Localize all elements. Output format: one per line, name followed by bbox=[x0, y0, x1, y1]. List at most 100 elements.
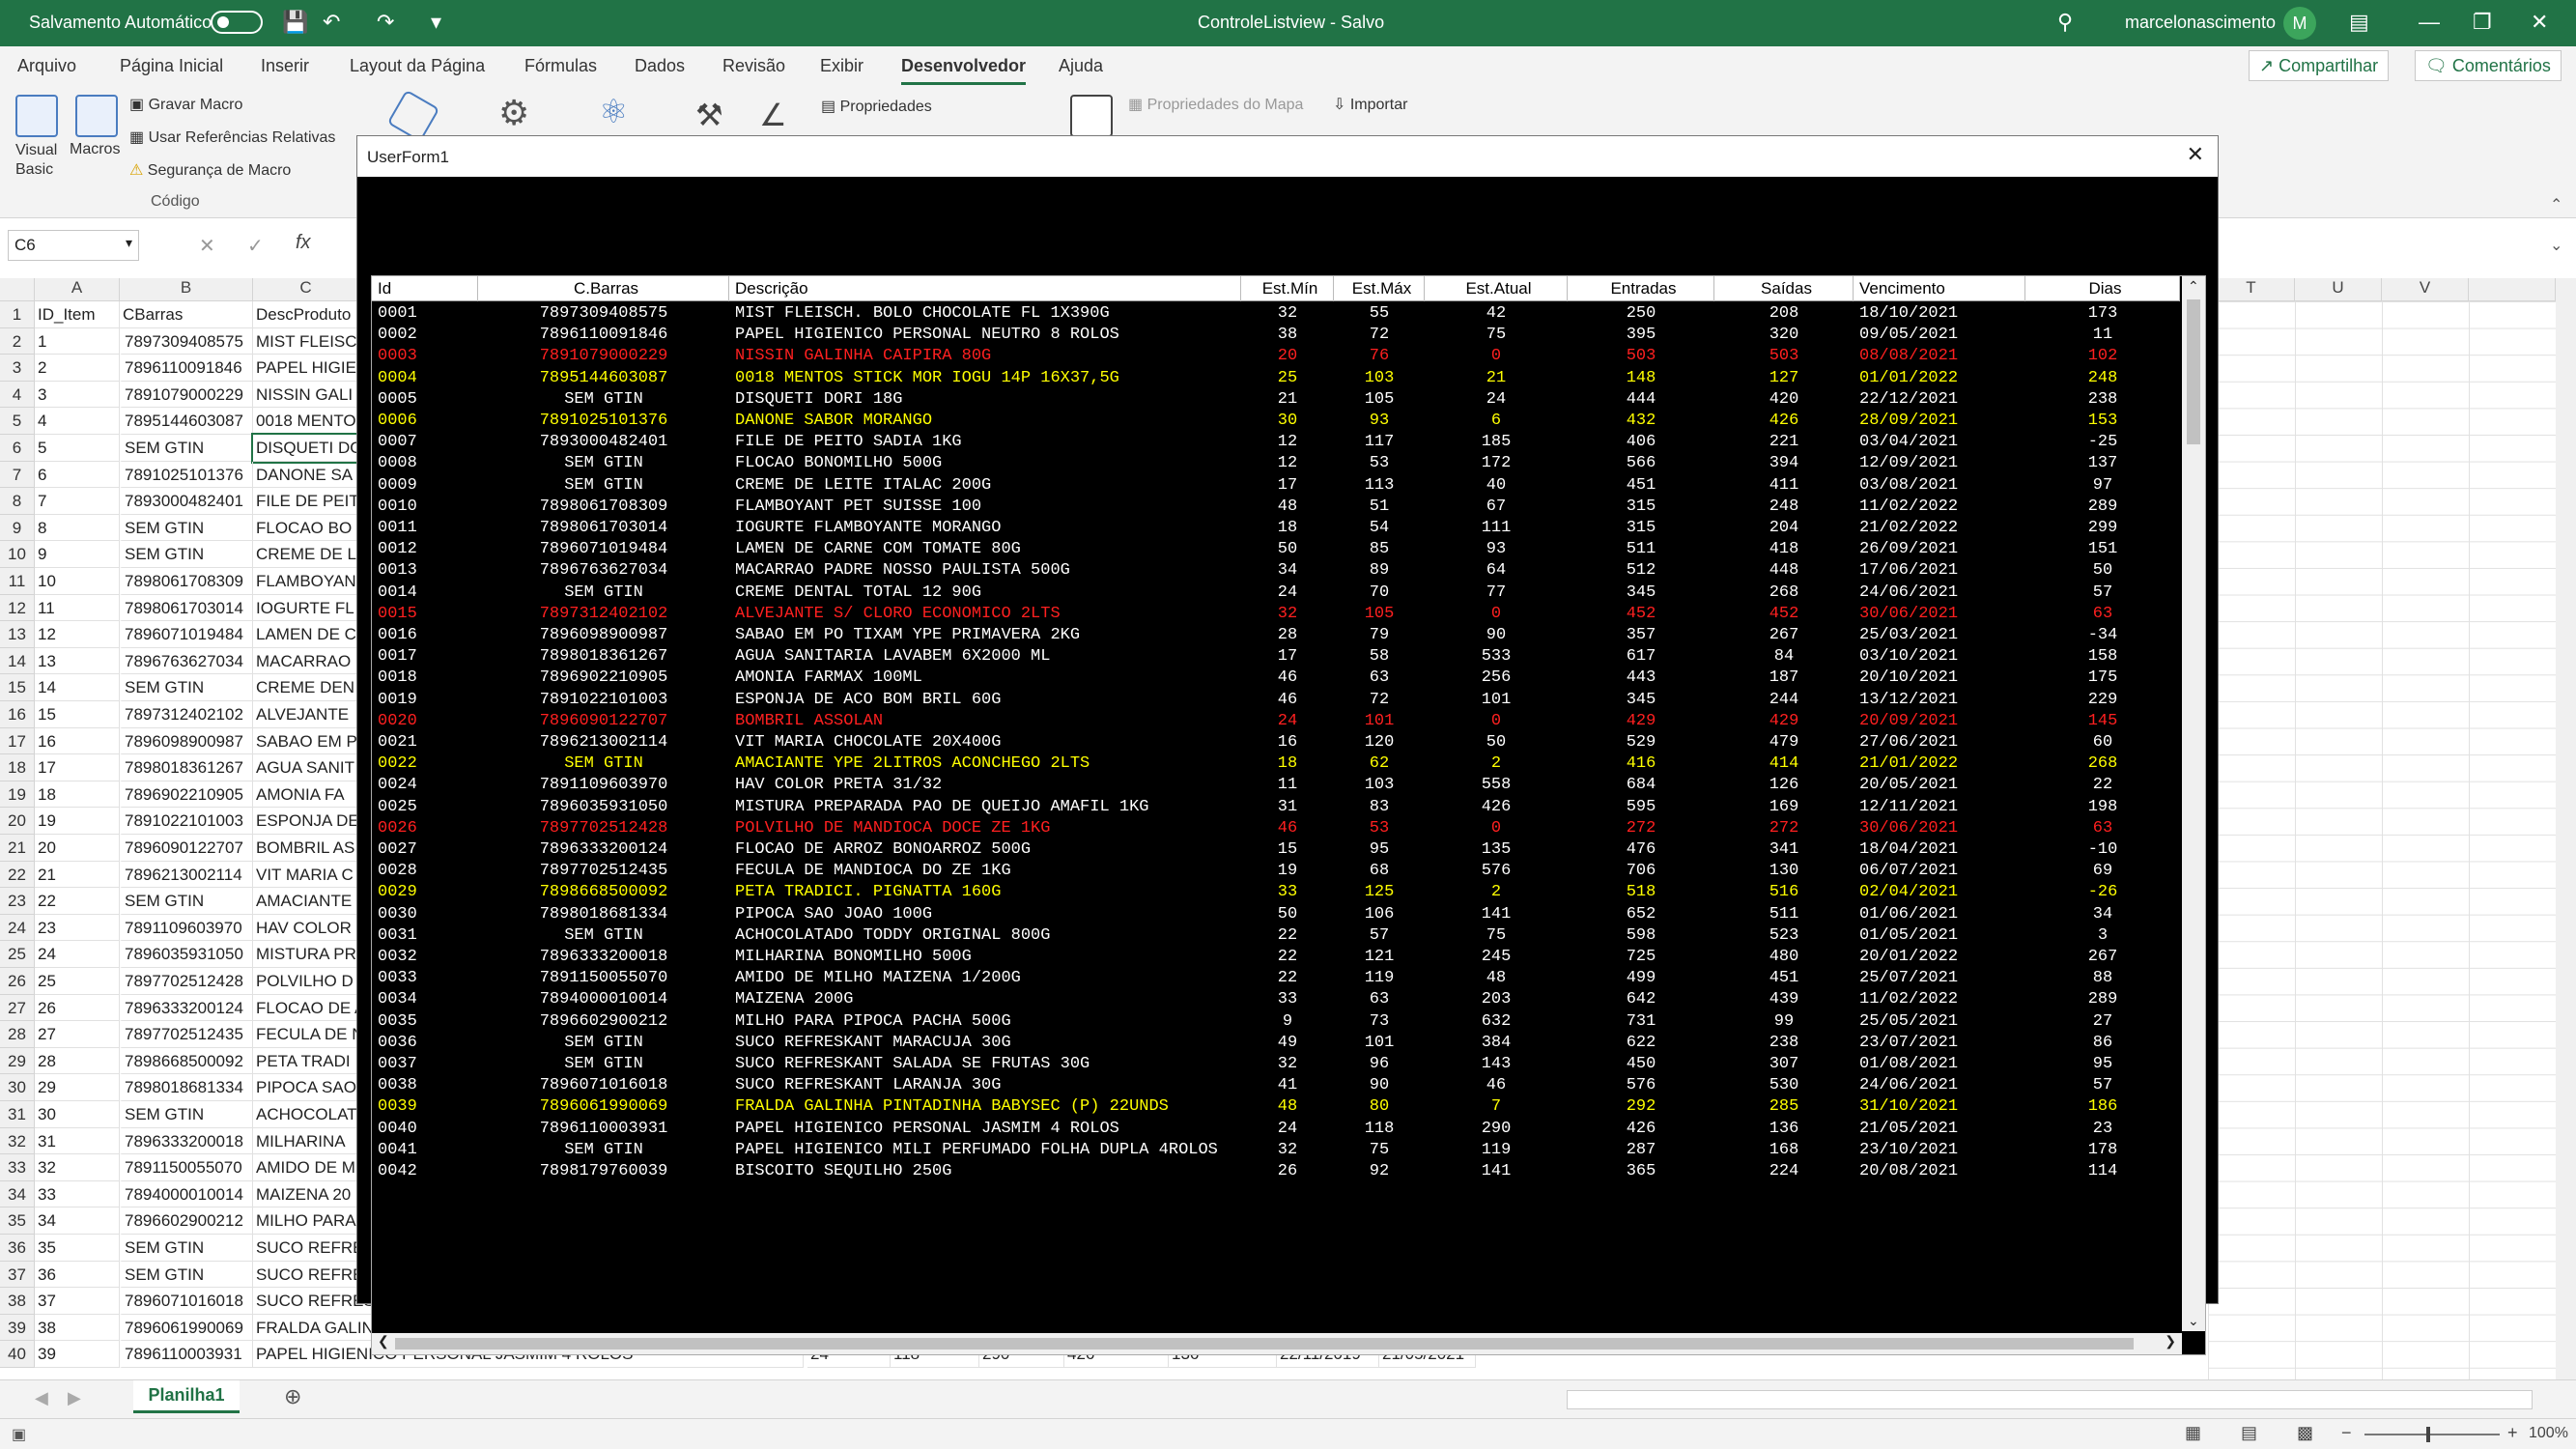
macro-security-button[interactable]: ⚠ Segurança de Macro bbox=[129, 160, 291, 180]
cell-cbarras[interactable]: SEM GTIN bbox=[120, 435, 253, 462]
listview-row[interactable]: 0014 SEM GTIN CREME DENTAL TOTAL 12 90G 24 7… bbox=[372, 582, 2180, 604]
sheet-tab-planilha1[interactable]: Planilha1 bbox=[133, 1380, 240, 1413]
row-header[interactable]: 34 bbox=[0, 1180, 35, 1208]
row-header[interactable]: 17 bbox=[0, 727, 35, 755]
cell-id[interactable]: 28 bbox=[35, 1047, 120, 1075]
listview-row[interactable]: 0041 SEM GTIN PAPEL HIGIENICO MILI PERFUMA… bbox=[372, 1140, 2180, 1161]
cell-descproduto[interactable]: SUCO REFRE bbox=[253, 1235, 359, 1262]
tab-inserir[interactable]: Inserir bbox=[261, 56, 309, 76]
cell-descproduto[interactable]: AMONIA FA bbox=[253, 781, 359, 809]
cell-cbarras[interactable]: SEM GTIN bbox=[120, 514, 253, 542]
listview-hscroll[interactable]: ❮ ❯ bbox=[372, 1333, 2182, 1354]
normal-view-icon[interactable]: ▦ bbox=[2185, 1423, 2201, 1443]
row-header[interactable]: 23 bbox=[0, 888, 35, 915]
row-header[interactable]: 8 bbox=[0, 488, 35, 515]
cell-descproduto[interactable]: CREME DE LE bbox=[253, 541, 359, 568]
cell-id[interactable]: 39 bbox=[35, 1341, 120, 1368]
row-header[interactable]: 21 bbox=[0, 835, 35, 862]
page-layout-icon[interactable]: ▤ bbox=[2241, 1423, 2257, 1443]
visual-basic-label[interactable]: Visual Basic bbox=[15, 141, 60, 180]
visual-basic-icon[interactable] bbox=[15, 95, 58, 137]
cell-id[interactable]: 1 bbox=[35, 327, 120, 355]
save-icon[interactable]: 💾 bbox=[282, 10, 308, 35]
redo-icon[interactable]: ↷ bbox=[377, 10, 394, 35]
cell-descproduto[interactable]: FLOCAO DE A bbox=[253, 994, 359, 1022]
listview-row[interactable]: 0016 7896098900987 SABAO EM PO TIXAM YPE P… bbox=[372, 625, 2180, 646]
cell-descproduto[interactable]: HAV COLOR bbox=[253, 914, 359, 942]
cell-cbarras[interactable]: 7896213002114 bbox=[120, 861, 253, 889]
cell-id[interactable]: 21 bbox=[35, 861, 120, 889]
cell-cbarras[interactable]: 7896071016018 bbox=[120, 1288, 253, 1315]
listview-row[interactable]: 0038 7896071016018 SUCO REFRESKANT LARANJA… bbox=[372, 1075, 2180, 1096]
listview-col-header[interactable]: Vencimento bbox=[1854, 276, 2025, 301]
avatar[interactable]: M bbox=[2283, 7, 2316, 40]
cell-id[interactable]: 30 bbox=[35, 1101, 120, 1128]
row-header[interactable]: 27 bbox=[0, 994, 35, 1022]
tab-layout[interactable]: Layout da Página bbox=[350, 56, 485, 76]
listview-row[interactable]: 0031 SEM GTIN ACHOCOLATADO TODDY ORIGINAL … bbox=[372, 925, 2180, 947]
cell-descproduto[interactable]: FLAMBOYAN bbox=[253, 568, 359, 595]
cell-cbarras[interactable]: SEM GTIN bbox=[120, 541, 253, 568]
row-header[interactable]: 3 bbox=[0, 355, 35, 382]
listview-row[interactable]: 0022 SEM GTIN AMACIANTE YPE 2LITROS ACONCH… bbox=[372, 753, 2180, 775]
listview-col-header[interactable]: Est.Mín bbox=[1241, 276, 1334, 301]
cell-id[interactable]: 10 bbox=[35, 568, 120, 595]
cell-descproduto[interactable]: MACARRAO bbox=[253, 647, 359, 675]
cell-descproduto[interactable]: FILE DE PEIT bbox=[253, 488, 359, 515]
row-header[interactable]: 39 bbox=[0, 1314, 35, 1342]
listview-row[interactable]: 0034 7894000010014 MAIZENA 200G 33 63 203 642 4… bbox=[372, 989, 2180, 1010]
cell-descproduto[interactable]: SABAO EM P bbox=[253, 727, 359, 755]
comments-button[interactable]: 🗨 Comentários bbox=[2415, 50, 2562, 81]
cell-descproduto[interactable]: 0018 MENTO bbox=[253, 408, 359, 435]
cell-cbarras[interactable]: 7896333200018 bbox=[120, 1127, 253, 1155]
listview-col-header[interactable]: Est.Máx bbox=[1334, 276, 1425, 301]
macros-icon[interactable] bbox=[75, 95, 118, 137]
cell-descproduto[interactable]: BOMBRIL AS bbox=[253, 835, 359, 862]
row-header[interactable]: 6 bbox=[0, 435, 35, 462]
cell-descproduto[interactable]: ALVEJANTE bbox=[253, 701, 359, 728]
cell-cbarras[interactable]: 7891022101003 bbox=[120, 808, 253, 835]
cell-id[interactable]: 7 bbox=[35, 488, 120, 515]
cell-id[interactable]: 33 bbox=[35, 1180, 120, 1208]
tab-desenvolvedor[interactable]: Desenvolvedor bbox=[901, 56, 1027, 85]
listview-row[interactable]: 0007 7893000482401 FILE DE PEITO SADIA 1KG… bbox=[372, 432, 2180, 453]
col-header-t[interactable]: T bbox=[2208, 278, 2295, 301]
cell-id[interactable]: 35 bbox=[35, 1235, 120, 1262]
cell-descproduto[interactable]: LAMEN DE C bbox=[253, 621, 359, 648]
col-header-u[interactable]: U bbox=[2295, 278, 2382, 301]
cell-cbarras[interactable]: 7897702512435 bbox=[120, 1021, 253, 1048]
cell-descproduto[interactable]: MAIZENA 20 bbox=[253, 1180, 359, 1208]
header-cell[interactable]: ID_Item bbox=[35, 301, 120, 328]
chevron-down-icon[interactable]: ▾ bbox=[126, 235, 132, 251]
cell-descproduto[interactable]: VIT MARIA C bbox=[253, 861, 359, 889]
row-header[interactable]: 5 bbox=[0, 408, 35, 435]
cell-descproduto[interactable]: DISQUETI DO bbox=[251, 433, 361, 464]
close-icon[interactable]: ✕ bbox=[2531, 10, 2548, 35]
cell-descproduto[interactable]: FECULA DE N bbox=[253, 1021, 359, 1048]
cell-cbarras[interactable]: 7891150055070 bbox=[120, 1154, 253, 1181]
cell-cbarras[interactable]: 7896035931050 bbox=[120, 941, 253, 968]
cell-cbarras[interactable]: 7898018681334 bbox=[120, 1074, 253, 1101]
properties-button[interactable]: ▤ Propriedades bbox=[821, 97, 932, 116]
row-header[interactable]: 22 bbox=[0, 861, 35, 889]
import-button[interactable]: ⇩ Importar bbox=[1333, 95, 1407, 114]
listview-row[interactable]: 0020 7896090122707 BOMBRIL ASSOLAN 24 101 0 42… bbox=[372, 711, 2180, 732]
cell-cbarras[interactable]: 7896763627034 bbox=[120, 647, 253, 675]
grid-area-right[interactable] bbox=[2208, 301, 2556, 1379]
cell-id[interactable]: 20 bbox=[35, 835, 120, 862]
listview-row[interactable]: 0019 7891022101003 ESPONJA DE ACO BOM BRIL… bbox=[372, 690, 2180, 711]
cell-id[interactable]: 14 bbox=[35, 674, 120, 701]
cell-descproduto[interactable]: MILHARINA bbox=[253, 1127, 359, 1155]
insert-control-icon[interactable]: ⚒ bbox=[695, 97, 723, 133]
expand-formula-icon[interactable]: ⌄ bbox=[2550, 236, 2562, 255]
tab-exibir[interactable]: Exibir bbox=[820, 56, 863, 76]
select-all[interactable] bbox=[0, 278, 35, 301]
row-header[interactable]: 1 bbox=[0, 301, 35, 328]
row-header[interactable]: 30 bbox=[0, 1074, 35, 1101]
header-cell[interactable]: DescProduto bbox=[253, 301, 359, 328]
listview-col-header[interactable]: Dias bbox=[2025, 276, 2180, 301]
cell-id[interactable]: 22 bbox=[35, 888, 120, 915]
customize-qat-icon[interactable]: ▾ bbox=[431, 10, 441, 35]
undo-icon[interactable]: ↶ bbox=[323, 10, 340, 35]
cell-descproduto[interactable]: DANONE SA bbox=[253, 461, 359, 489]
